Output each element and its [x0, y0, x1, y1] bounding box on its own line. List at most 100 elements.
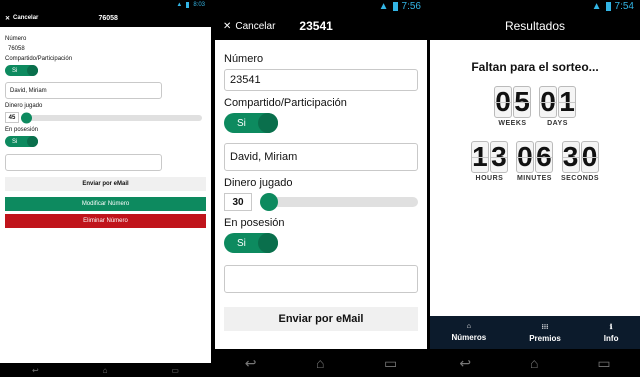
dinero-value: 45	[5, 112, 19, 123]
battery-icon	[605, 1, 611, 11]
slider-thumb[interactable]	[21, 112, 32, 123]
system-nav-bar: ↩ ⌂ ▭	[0, 363, 211, 377]
compartido-label: Compartido/Participación	[224, 97, 347, 109]
page-title: 76058	[98, 14, 118, 22]
cancel-label: Cancelar	[235, 20, 276, 32]
status-time: 8:03	[193, 1, 205, 8]
app-bar: ✕ Cancelar 76058	[0, 9, 211, 27]
countdown-digit: 0	[494, 86, 512, 118]
toggle-knob	[27, 65, 38, 76]
countdown-digit: 1	[470, 141, 489, 173]
countdown-digit: 3	[489, 141, 508, 173]
system-nav-bar: ↩ ⌂ ▭	[430, 349, 640, 377]
compartido-toggle[interactable]: Si	[5, 65, 38, 76]
dinero-slider[interactable]	[260, 193, 418, 211]
countdown-minutes: 06 MINUTES	[515, 141, 553, 182]
tab-premios[interactable]: ⁝⁝⁝ Premios	[529, 323, 561, 343]
posesion-toggle[interactable]: Si	[224, 233, 278, 253]
dinero-slider-row: 45	[5, 112, 206, 123]
email-button[interactable]: Enviar por eMail	[224, 307, 418, 331]
page-title: Resultados	[504, 19, 566, 33]
modify-button[interactable]: Modificar Número	[5, 197, 206, 211]
email-button[interactable]: Enviar por eMail	[5, 177, 206, 191]
phone-screen-edit-small: ▲ 8:03 ✕ Cancelar 76058 Número 76058 Com…	[0, 0, 211, 377]
toggle-knob	[258, 233, 278, 253]
dinero-slider-row: 30	[224, 193, 418, 211]
system-nav-bar: ↩ ⌂ ▭	[215, 349, 427, 377]
name-field[interactable]: David, Miriam	[5, 82, 162, 99]
recents-icon[interactable]: ▭	[171, 366, 179, 375]
cancel-label: Cancelar	[13, 15, 39, 21]
tab-numeros[interactable]: ⌂ Números	[452, 323, 487, 342]
app-bar: ✕ Cancelar 23541	[215, 12, 427, 40]
numero-field[interactable]: 76058	[8, 46, 206, 52]
seconds-digits: 30	[561, 141, 599, 173]
compartido-toggle-label: Si	[237, 117, 246, 129]
toggle-knob	[258, 113, 278, 133]
posesion-toggle-label: Si	[237, 237, 246, 249]
tab-numeros-label: Números	[451, 333, 487, 342]
back-icon[interactable]: ↩	[459, 355, 471, 372]
status-bar: ▲ 8:03	[0, 0, 211, 9]
countdown-digit: 6	[534, 141, 553, 173]
hours-digits: 13	[470, 141, 508, 173]
battery-icon	[186, 1, 190, 8]
slider-thumb[interactable]	[260, 193, 278, 211]
status-bar: ▲ 7:56	[215, 0, 427, 12]
hours-caption: HOURS	[475, 175, 504, 182]
close-icon: ✕	[5, 15, 11, 22]
cancel-button[interactable]: ✕ Cancelar	[223, 21, 275, 32]
minutes-digits: 06	[515, 141, 553, 173]
countdown-seconds: 30 SECONDS	[561, 141, 599, 182]
cancel-button[interactable]: ✕ Cancelar	[5, 15, 38, 22]
countdown-digit: 0	[515, 141, 534, 173]
signal-icon: ▲	[591, 0, 602, 12]
seconds-caption: SECONDS	[560, 175, 600, 182]
dinero-label: Dinero jugado	[5, 103, 43, 109]
bottom-tab-bar: ⌂ Números ⁝⁝⁝ Premios ℹ Info	[430, 316, 640, 349]
signal-icon: ▲	[176, 1, 183, 8]
note-field[interactable]	[5, 154, 162, 171]
tab-info[interactable]: ℹ Info	[604, 323, 619, 343]
compartido-label: Compartido/Participación	[5, 56, 73, 62]
dinero-slider[interactable]	[21, 112, 202, 123]
phone-screen-results: ▲ 7:54 Resultados Faltan para el sorteo.…	[430, 0, 640, 377]
back-icon[interactable]: ↩	[245, 355, 257, 372]
name-field[interactable]: David, Miriam	[224, 143, 418, 171]
compartido-toggle-label: Si	[12, 67, 18, 74]
minutes-caption: MINUTES	[516, 175, 552, 182]
note-field[interactable]	[224, 265, 418, 293]
countdown-weeks: 05 WEEKS	[494, 86, 531, 127]
battery-icon	[392, 1, 398, 11]
numero-field[interactable]: 23541	[224, 69, 418, 91]
countdown-title: Faltan para el sorteo...	[471, 60, 599, 74]
posesion-toggle[interactable]: Si	[5, 136, 38, 147]
numero-label: Número	[5, 36, 27, 42]
countdown-digit: 1	[558, 86, 576, 118]
home-icon[interactable]: ⌂	[316, 355, 324, 371]
edit-form: Número 76058 Compartido/Participación Si…	[0, 27, 211, 228]
days-caption: DAYS	[547, 120, 568, 127]
countdown-row-time: 13 HOURS 06 MINUTES 30 SECONDS	[430, 141, 640, 182]
recents-icon[interactable]: ▭	[384, 355, 397, 372]
countdown-digit: 0	[580, 141, 599, 173]
page-title: 23541	[299, 19, 333, 33]
home-icon: ⌂	[466, 323, 471, 330]
compartido-toggle[interactable]: Si	[224, 113, 278, 133]
back-icon[interactable]: ↩	[32, 366, 39, 375]
grid-icon: ⁝⁝⁝	[541, 323, 549, 331]
weeks-digits: 05	[494, 86, 531, 118]
countdown-digit: 3	[561, 141, 580, 173]
recents-icon[interactable]: ▭	[597, 355, 610, 372]
countdown-digit: 0	[539, 86, 557, 118]
countdown-row-weeks-days: 05 WEEKS 01 DAYS	[430, 86, 640, 127]
home-icon[interactable]: ⌂	[530, 355, 538, 371]
delete-button[interactable]: Eliminar Número	[5, 214, 206, 228]
status-time: 7:54	[614, 0, 634, 12]
tab-premios-label: Premios	[529, 333, 561, 343]
countdown-days: 01 DAYS	[539, 86, 576, 127]
home-icon[interactable]: ⌂	[103, 366, 108, 375]
dinero-value: 30	[224, 193, 252, 211]
posesion-toggle-label: Si	[12, 138, 18, 145]
screenshot-collage: ▲ 8:03 ✕ Cancelar 76058 Número 76058 Com…	[0, 0, 640, 377]
